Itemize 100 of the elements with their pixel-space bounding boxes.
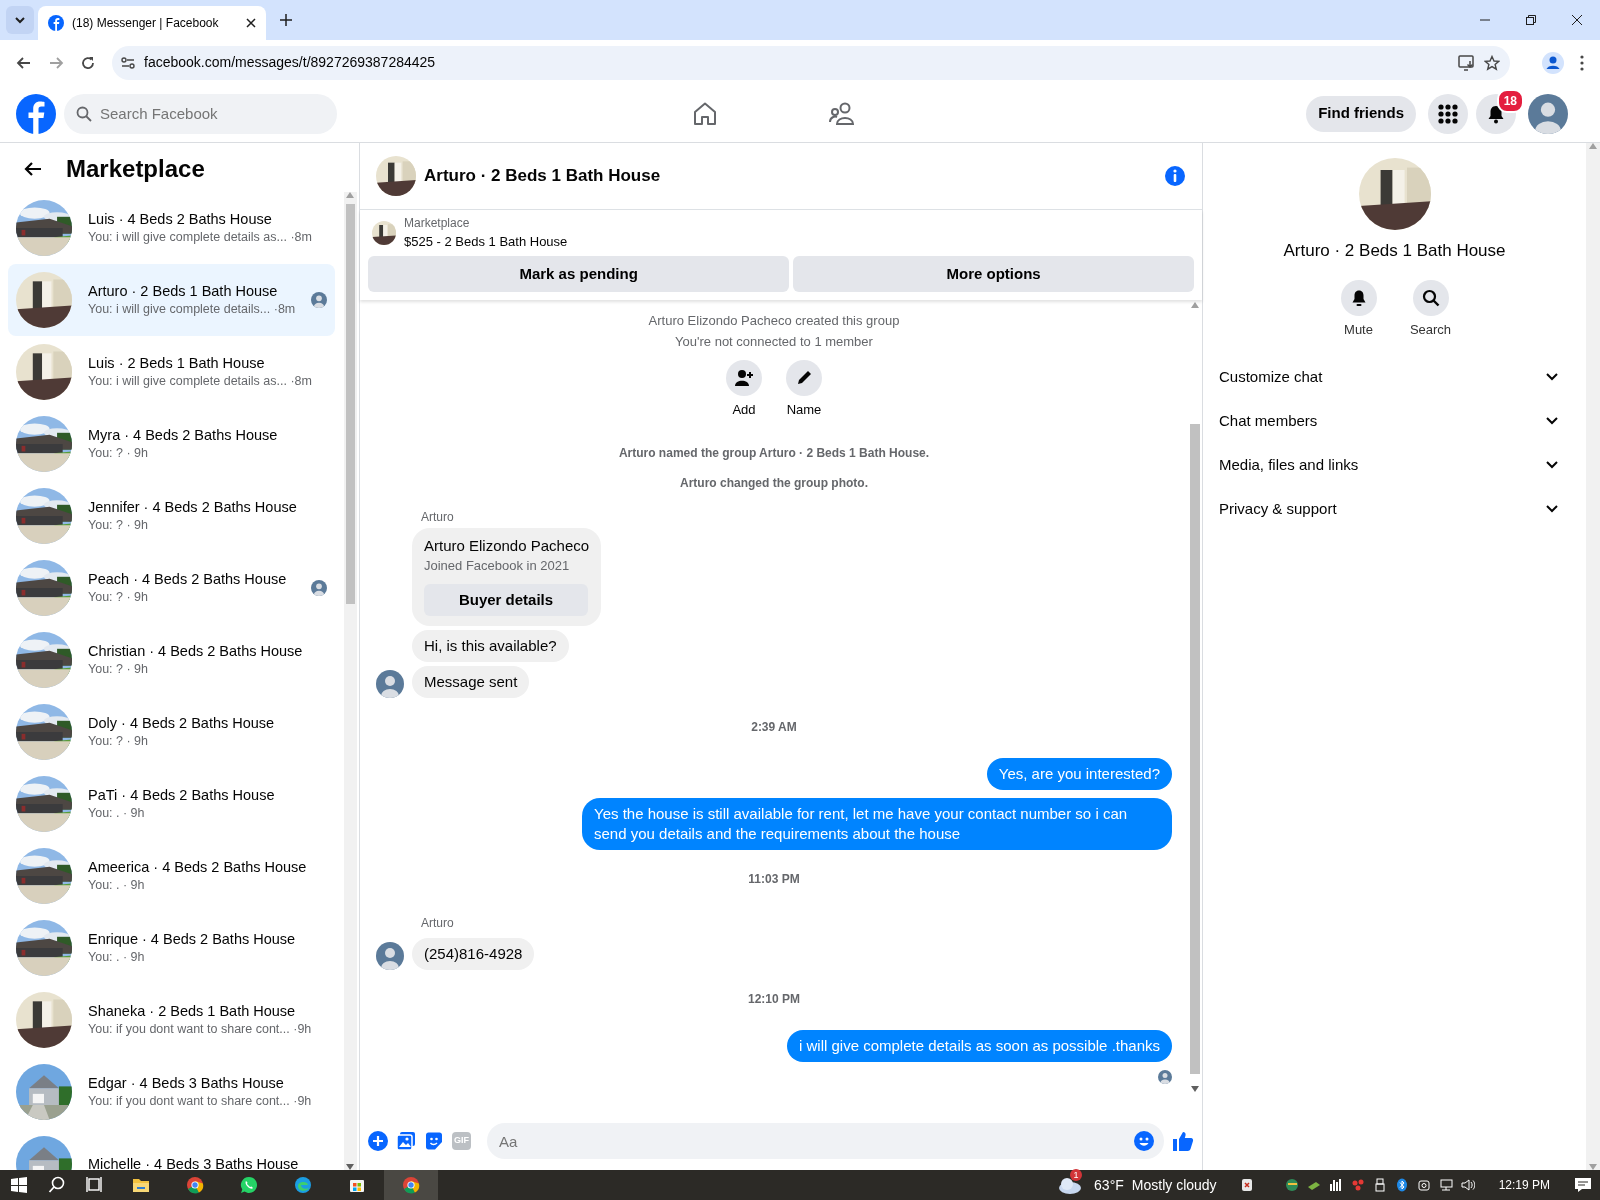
plus-icon[interactable] xyxy=(368,1131,388,1151)
conversation-item[interactable]: Ameerica · 4 Beds 2 Baths House You: . · 9h xyxy=(8,839,335,912)
conversation-item[interactable]: Shaneka · 2 Beds 1 Bath House You: if you dont want to share cont... ·9h xyxy=(8,983,335,1056)
bluetooth-icon[interactable] xyxy=(1394,1178,1409,1192)
tab-title: (18) Messenger | Facebook xyxy=(72,15,220,32)
facebook-logo[interactable] xyxy=(16,93,56,134)
conversation-item[interactable]: Christian · 4 Beds 2 Baths House You: ? · 9h xyxy=(8,623,335,696)
search-field[interactable]: Search Facebook xyxy=(64,93,337,134)
conversation-item[interactable]: Edgar · 4 Beds 3 Baths House You: if you dont want to share cont... ·9h xyxy=(8,1055,335,1128)
reload-icon[interactable] xyxy=(80,54,96,71)
cluster-icon[interactable] xyxy=(1350,1178,1365,1192)
sidebar-title: Marketplace xyxy=(66,154,205,185)
restore-icon[interactable] xyxy=(1526,15,1536,25)
site-info-button[interactable] xyxy=(120,54,136,71)
timestamp: 12:10 PM xyxy=(747,990,801,1008)
network-icon[interactable] xyxy=(1438,1178,1453,1192)
conversation-item[interactable]: PaTi · 4 Beds 2 Baths House You: . · 9h xyxy=(8,767,335,840)
task-view-icon[interactable] xyxy=(86,1176,104,1194)
search-button[interactable] xyxy=(1412,279,1449,316)
message-preview: You: ? · 9h xyxy=(88,589,148,607)
conversation-item[interactable]: Doly · 4 Beds 2 Baths House You: ? · 9h xyxy=(8,695,335,768)
message-input[interactable]: Aa xyxy=(487,1123,1164,1159)
conversation-item[interactable]: Luis · 4 Beds 2 Baths House You: i will give complete details as... ·8m xyxy=(8,191,335,264)
back-icon[interactable] xyxy=(16,54,32,71)
conversation-item[interactable]: Enrique · 4 Beds 2 Baths House You: . · 9h xyxy=(8,911,335,984)
folder-icon[interactable] xyxy=(132,1176,150,1194)
friends-icon[interactable] xyxy=(828,100,856,127)
message-preview: You: i will give complete details... ·8m xyxy=(88,301,296,319)
message-bubble: i will give complete details as soon as possible .thanks xyxy=(786,1029,1172,1062)
find-friends-button[interactable]: Find friends xyxy=(1306,95,1416,132)
mute-button[interactable] xyxy=(1340,279,1377,316)
info-icon[interactable] xyxy=(1164,165,1186,187)
conversation-item[interactable]: Myra · 4 Beds 2 Baths House You: ? · 9h xyxy=(8,407,335,480)
emoji-icon[interactable] xyxy=(1134,1131,1154,1151)
message-preview: You: . · 9h xyxy=(88,949,145,967)
forward-icon[interactable] xyxy=(48,54,64,71)
conversation-title: Doly · 4 Beds 2 Baths House xyxy=(88,714,275,734)
message-bubble: Hi, is this available? xyxy=(412,629,569,662)
clock-text[interactable]: 12:19 PM xyxy=(1498,1176,1550,1194)
more-options-button[interactable]: More options xyxy=(793,256,1194,292)
accordion-item[interactable]: Privacy & support xyxy=(1203,487,1586,531)
add-member-button[interactable] xyxy=(726,360,762,396)
name-group-button[interactable] xyxy=(786,360,822,396)
browser-icon[interactable] xyxy=(294,1176,312,1194)
back-arrow-icon[interactable] xyxy=(24,161,42,178)
chrome-icon[interactable] xyxy=(186,1176,204,1194)
home-icon[interactable] xyxy=(692,100,718,127)
caret-icon xyxy=(14,14,26,26)
start-icon[interactable] xyxy=(10,1176,28,1194)
message-bubble: (254)816-4928 xyxy=(412,937,535,970)
chrome-icon[interactable] xyxy=(402,1176,420,1194)
star-icon[interactable] xyxy=(1484,54,1500,71)
menu-icon[interactable] xyxy=(1580,54,1584,71)
shield-icon[interactable] xyxy=(1240,1178,1253,1192)
menu-button[interactable] xyxy=(1428,93,1468,134)
close-icon[interactable] xyxy=(1572,15,1582,25)
speaker-icon[interactable] xyxy=(1460,1178,1475,1192)
chat-bubble-icon[interactable] xyxy=(240,1176,258,1194)
buyer-details-button[interactable]: Buyer details xyxy=(424,583,588,616)
conversation-item[interactable]: Luis · 2 Beds 1 Bath House You: i will give complete details as... ·8m xyxy=(8,335,335,408)
conversation-title: Luis · 4 Beds 2 Baths House xyxy=(88,210,272,230)
message-preview: You: ? · 9h xyxy=(88,517,148,535)
accordion-item[interactable]: Customize chat xyxy=(1203,355,1586,399)
profile-name: Arturo Elizondo Pacheco xyxy=(424,535,590,556)
profile-icon[interactable] xyxy=(1542,51,1564,74)
notification-icon[interactable] xyxy=(1574,1177,1592,1193)
browser-tab[interactable]: (18) Messenger | Facebook xyxy=(38,6,266,40)
mark-pending-button[interactable]: Mark as pending xyxy=(368,256,790,292)
tab-list-button[interactable] xyxy=(6,6,34,34)
message-preview: You: i will give complete details as... ·8m xyxy=(88,373,312,391)
account-avatar[interactable] xyxy=(1528,93,1568,134)
close-icon[interactable] xyxy=(246,18,256,28)
like-icon[interactable] xyxy=(1172,1130,1194,1152)
search-icon[interactable] xyxy=(48,1176,66,1194)
conversation-title: Arturo · 2 Beds 1 Bath House xyxy=(88,282,278,302)
scrollbar[interactable] xyxy=(1188,302,1202,1092)
message-preview: You: . · 9h xyxy=(88,877,145,895)
scrollbar[interactable] xyxy=(343,191,357,1170)
conversation-title: Luis · 2 Beds 1 Bath House xyxy=(88,354,265,374)
notification-badge: 18 xyxy=(1496,88,1524,113)
conversation-title: Shaneka · 2 Beds 1 Bath House xyxy=(88,1002,296,1022)
conversation-title: PaTi · 4 Beds 2 Baths House xyxy=(88,786,275,806)
temperature-text: 63°F xyxy=(1094,1175,1124,1195)
install-icon[interactable] xyxy=(1458,54,1476,71)
section-label: Privacy & support xyxy=(1219,498,1338,519)
conversation-title: Edgar · 4 Beds 3 Baths House xyxy=(88,1074,284,1094)
conversation-item[interactable]: Arturo · 2 Beds 1 Bath House You: i will give complete details... ·8m xyxy=(8,263,335,336)
conversation-title: Christian · 4 Beds 2 Baths House xyxy=(88,642,303,662)
section-label: Customize chat xyxy=(1219,366,1324,387)
conversation-item[interactable]: Jennifer · 4 Beds 2 Baths House You: ? · 9h xyxy=(8,479,335,552)
conversation-item[interactable]: Peach · 4 Beds 2 Baths House You: ? · 9h xyxy=(8,551,335,624)
accordion-item[interactable]: Media, files and links xyxy=(1203,443,1586,487)
bars-icon[interactable] xyxy=(1328,1178,1343,1192)
globe-icon[interactable] xyxy=(1284,1178,1299,1192)
camera-icon[interactable] xyxy=(1416,1178,1431,1192)
image-icon[interactable] xyxy=(396,1131,416,1151)
accordion-item[interactable]: Chat members xyxy=(1203,399,1586,443)
sticker-icon[interactable] xyxy=(424,1131,444,1151)
details-title: Arturo · 2 Beds 1 Bath House xyxy=(1283,240,1506,262)
message-preview: You: if you dont want to share cont... ·9h xyxy=(88,1021,312,1039)
